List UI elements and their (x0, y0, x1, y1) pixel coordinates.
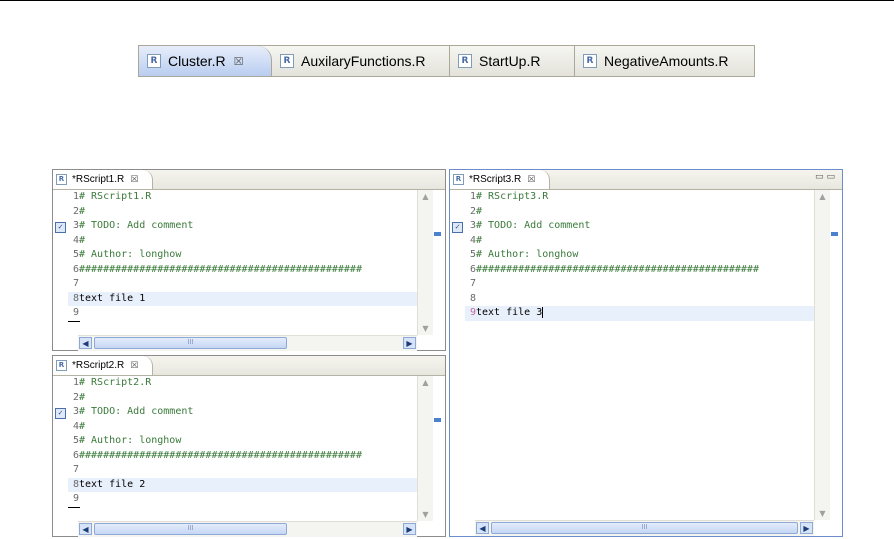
code-line: 3# TODO: Add comment (72, 406, 194, 417)
current-code-line: 9text file 3 (465, 306, 815, 321)
current-code-line: 8text file 1 (68, 291, 418, 306)
code-line: 3# TODO: Add comment (72, 220, 194, 231)
r-file-icon: R (56, 174, 67, 185)
scroll-left-icon[interactable]: ◀ (476, 522, 489, 534)
editor-panel-rscript2: R *RScript2.R ☒ ✓ 1# RScript2.R 2# 3# TO… (52, 355, 446, 537)
code-line: 2# (469, 205, 483, 217)
tab-rscript1[interactable]: R *RScript1.R ☒ (53, 170, 154, 189)
overview-ruler-marker[interactable] (831, 232, 838, 236)
r-file-icon: R (458, 54, 472, 68)
scroll-down-icon[interactable]: ▼ (419, 322, 432, 335)
scroll-right-icon[interactable]: ▶ (800, 522, 813, 534)
tab-label: Cluster.R (168, 53, 226, 69)
code-line: 4# (72, 234, 86, 246)
code-area[interactable]: 1# RScript3.R 2# 3# TODO: Add comment 4#… (465, 190, 815, 321)
current-code-line: 8text file 2 (68, 477, 418, 492)
scroll-thumb[interactable]: III (94, 523, 287, 535)
code-line: 5# Author: longhow (72, 435, 182, 446)
code-area[interactable]: 1# RScript1.R 2# 3# TODO: Add comment 4#… (68, 190, 418, 322)
tab-auxilary-functions[interactable]: R AuxilaryFunctions.R (272, 46, 450, 76)
editor-tab-bar: R *RScript1.R ☒ (53, 170, 445, 190)
close-icon[interactable]: ☒ (130, 175, 138, 185)
code-line: 1# RScript3.R (469, 191, 549, 202)
top-border (0, 0, 894, 1)
editor-panel-rscript3: R *RScript3.R ☒ ▭▭ ✓ 1# RScript3.R 2# 3#… (449, 169, 843, 537)
vertical-scrollbar[interactable]: ▲ ▼ (417, 376, 433, 521)
code-line: 9 (68, 492, 80, 508)
r-file-icon: R (280, 54, 294, 68)
tab-label: *RScript2.R (72, 360, 125, 371)
code-line: 7 (469, 278, 476, 289)
scroll-right-icon[interactable]: ▶ (403, 523, 416, 535)
scroll-thumb[interactable]: III (94, 337, 287, 349)
scroll-up-icon[interactable]: ▲ (816, 190, 829, 203)
task-marker-icon[interactable]: ✓ (55, 408, 66, 419)
close-icon[interactable]: ☒ (130, 361, 138, 371)
horizontal-scrollbar[interactable]: ◀ III ▶ (78, 335, 417, 351)
file-tab-strip: R Cluster.R ☒ R AuxilaryFunctions.R R St… (138, 45, 755, 77)
tab-rscript3[interactable]: R *RScript3.R ☒ (450, 170, 551, 189)
r-file-icon: R (583, 54, 597, 68)
scroll-right-icon[interactable]: ▶ (403, 337, 416, 349)
code-line: 3# TODO: Add comment (469, 220, 591, 231)
scroll-left-icon[interactable]: ◀ (79, 523, 92, 535)
code-line: 8 (469, 292, 476, 304)
scroll-left-icon[interactable]: ◀ (79, 337, 92, 349)
r-file-icon: R (453, 174, 464, 185)
code-line: 6#######################################… (72, 449, 362, 461)
code-line: 7 (72, 278, 79, 289)
tab-label: NegativeAmounts.R (604, 53, 729, 69)
tab-startup[interactable]: R StartUp.R (450, 46, 575, 76)
code-line: 1# RScript1.R (72, 191, 152, 202)
vertical-scrollbar[interactable]: ▲ ▼ (417, 190, 433, 335)
tab-negative-amounts[interactable]: R NegativeAmounts.R (575, 46, 754, 76)
close-icon[interactable]: ☒ (234, 55, 244, 68)
horizontal-scrollbar[interactable]: ◀ III ▶ (78, 521, 417, 537)
horizontal-scrollbar[interactable]: ◀ III ▶ (475, 520, 814, 536)
scroll-down-icon[interactable]: ▼ (419, 508, 432, 521)
overview-ruler-marker[interactable] (434, 232, 441, 236)
editor-panel-rscript1: R *RScript1.R ☒ ✓ 1# RScript1.R 2# 3# TO… (52, 169, 446, 351)
code-line: 5# Author: longhow (72, 249, 182, 260)
r-file-icon: R (147, 54, 161, 68)
code-line: 4# (72, 420, 86, 432)
code-area[interactable]: 1# RScript2.R 2# 3# TODO: Add comment 4#… (68, 376, 418, 508)
tab-rscript2[interactable]: R *RScript2.R ☒ (53, 356, 154, 375)
code-line: 4# (469, 234, 483, 246)
code-line: 5# Author: longhow (469, 249, 579, 260)
code-line: 6#######################################… (72, 263, 362, 275)
tab-label: AuxilaryFunctions.R (301, 53, 426, 69)
overview-ruler-marker[interactable] (434, 418, 441, 422)
r-file-icon: R (56, 360, 67, 371)
code-line: 1# RScript2.R (72, 377, 152, 388)
editor-tab-bar: R *RScript3.R ☒ ▭▭ (450, 170, 842, 190)
code-line: 9 (68, 306, 80, 322)
code-line: 7 (72, 464, 79, 475)
code-line: 6#######################################… (469, 263, 759, 275)
scroll-up-icon[interactable]: ▲ (419, 376, 432, 389)
tab-label: *RScript3.R (469, 174, 522, 185)
vertical-scrollbar[interactable]: ▲ ▼ (814, 190, 830, 520)
tab-label: *RScript1.R (72, 174, 125, 185)
scroll-up-icon[interactable]: ▲ (419, 190, 432, 203)
code-line: 2# (72, 205, 86, 217)
editor-tab-bar: R *RScript2.R ☒ (53, 356, 445, 376)
tab-label: StartUp.R (479, 53, 541, 69)
tab-cluster[interactable]: R Cluster.R ☒ (139, 46, 272, 76)
task-marker-icon[interactable]: ✓ (55, 222, 66, 233)
minimize-maximize-icon[interactable]: ▭▭ (815, 172, 838, 182)
scroll-thumb[interactable]: III (491, 522, 798, 534)
text-caret (542, 306, 544, 318)
task-marker-icon[interactable]: ✓ (452, 222, 463, 233)
scroll-down-icon[interactable]: ▼ (816, 507, 829, 520)
close-icon[interactable]: ☒ (527, 175, 535, 185)
code-line: 2# (72, 391, 86, 403)
